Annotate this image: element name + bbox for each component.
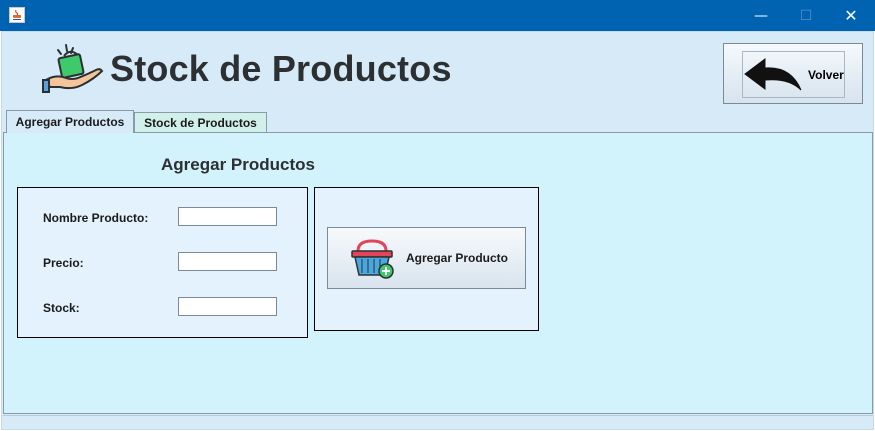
maximize-button[interactable]: ☐ bbox=[783, 0, 829, 31]
close-button[interactable]: ✕ bbox=[828, 0, 874, 31]
precio-label: Precio: bbox=[43, 256, 84, 270]
back-button[interactable]: Volver bbox=[723, 43, 863, 104]
section-title: Agregar Productos bbox=[161, 155, 315, 174]
page-title: Stock de Productos bbox=[110, 48, 452, 89]
add-product-button-label: Agregar Producto bbox=[406, 251, 509, 265]
nombre-producto-input[interactable] bbox=[178, 207, 277, 226]
product-form: Nombre Producto: Precio: Stock: bbox=[17, 187, 308, 338]
actions-box: Agregar Producto bbox=[314, 187, 539, 331]
back-button-inner[interactable]: Volver bbox=[742, 51, 845, 98]
tab-agregar-productos[interactable]: Agregar Productos bbox=[6, 110, 134, 133]
precio-input[interactable] bbox=[178, 252, 277, 271]
back-arrow-icon bbox=[744, 57, 802, 90]
nombre-producto-label: Nombre Producto: bbox=[43, 211, 149, 225]
shopping-basket-add-icon bbox=[351, 239, 394, 279]
tab-content-panel: Agregar Productos Nombre Producto: Preci… bbox=[3, 132, 873, 414]
status-strip bbox=[3, 415, 873, 429]
add-product-button[interactable]: Agregar Producto bbox=[327, 227, 526, 289]
stock-label: Stock: bbox=[43, 301, 80, 315]
hand-holding-shopping-bag-icon bbox=[42, 42, 108, 94]
tab-stock-de-productos[interactable]: Stock de Productos bbox=[134, 112, 267, 132]
minimize-button[interactable]: — bbox=[738, 0, 784, 31]
java-app-icon bbox=[9, 7, 25, 23]
back-button-label: Volver bbox=[808, 67, 844, 82]
window-titlebar: — ☐ ✕ bbox=[0, 0, 875, 31]
stock-input[interactable] bbox=[178, 297, 277, 316]
main-window: Stock de Productos Volver Agregar Produc… bbox=[1, 31, 874, 430]
